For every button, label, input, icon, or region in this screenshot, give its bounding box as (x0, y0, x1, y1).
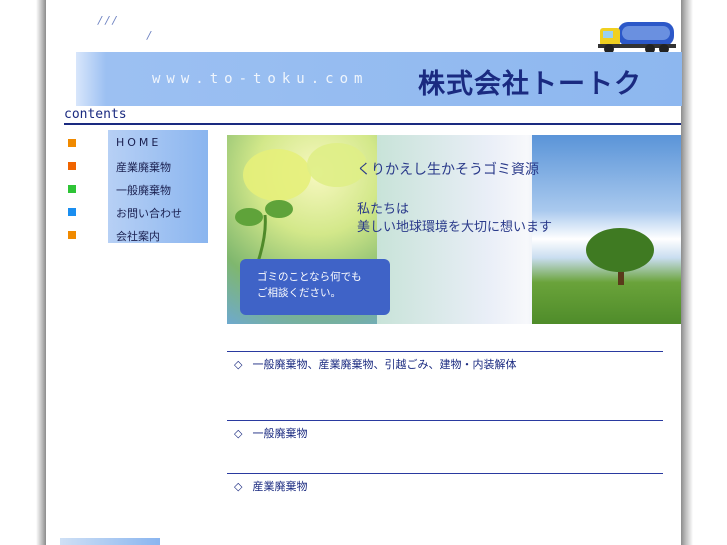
contents-divider (64, 123, 681, 125)
tree-icon (586, 228, 654, 285)
diamond-icon: ◇ (234, 427, 243, 440)
section-title-text: 産業廃棄物 (252, 480, 308, 493)
section-title-text: 一般廃棄物、産業廃棄物、引越ごみ、建物・内装解体 (252, 358, 517, 371)
hero-image: くりかえし生かそうゴミ資源 私たちは 美しい地球環境を大切に想います ゴミのこと… (227, 135, 681, 324)
nav-item-label: 一般廃棄物 (116, 184, 171, 197)
section-divider (227, 351, 663, 352)
page-shadow-right (681, 0, 693, 545)
hero-message-line1: 私たちは (357, 202, 410, 217)
header-slashes-1: / / / (98, 14, 117, 27)
nav-item-label: HOME (116, 136, 162, 149)
section-divider (227, 420, 663, 421)
section-divider (227, 473, 663, 474)
hero-tagline: くりかえし生かそうゴミ資源 (357, 162, 539, 178)
section-heading-services: ◇ 一般廃棄物、産業廃棄物、引越ごみ、建物・内装解体 (234, 356, 516, 372)
truck-logo-icon (598, 22, 676, 54)
hero-message: 私たちは 美しい地球環境を大切に想います (357, 201, 552, 237)
diamond-icon: ◇ (234, 358, 243, 371)
section-heading-general-waste: ◇ 一般廃棄物 (234, 425, 307, 441)
hero-message-line2: 美しい地球環境を大切に想います (357, 220, 553, 235)
consult-line1: ゴミのことなら何でも (257, 271, 362, 283)
nav-item-label: 会社案内 (116, 230, 160, 243)
section-heading-industrial-waste: ◇ 産業廃棄物 (234, 478, 307, 494)
contents-heading: contents (64, 107, 127, 122)
section-title-text: 一般廃棄物 (252, 427, 308, 440)
bullet-icon (68, 231, 76, 239)
consult-box: ゴミのことなら何でも ご相談ください。 (240, 259, 390, 315)
header-slashes-2: / (147, 29, 151, 42)
header-banner: www.to-toku.com 株式会社トートク (76, 52, 682, 106)
nav-item-label: 産業廃棄物 (116, 161, 171, 174)
bullet-icon (68, 139, 76, 147)
company-name: 株式会社トートク (418, 69, 642, 100)
consult-line2: ご相談ください。 (257, 287, 341, 299)
diamond-icon: ◇ (234, 480, 243, 493)
nav-item-label: お問い合わせ (116, 207, 182, 220)
bullet-icon (68, 162, 76, 170)
bullet-icon (68, 185, 76, 193)
nav-menu: HOME 産業廃棄物 一般廃棄物 お問い合わせ 会社案内 (68, 130, 208, 243)
site-url: www.to-toku.com (152, 71, 369, 87)
page-container: / / / / www.to-toku.com 株式会社トートク content… (46, 0, 682, 545)
page-shadow-left (36, 0, 46, 545)
bullet-icon (68, 208, 76, 216)
footer-image (60, 538, 160, 545)
tree-landscape (532, 135, 681, 324)
